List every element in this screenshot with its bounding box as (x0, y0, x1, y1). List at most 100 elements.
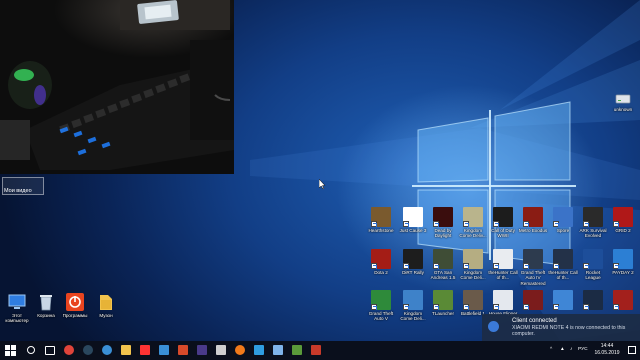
taskbar-app-yandex[interactable] (138, 344, 152, 357)
game-shortcut[interactable]: GTA San Andreas 1.5 (428, 249, 458, 281)
phone-connect-icon (488, 321, 499, 332)
steam-icon (83, 345, 93, 355)
game-shortcut[interactable]: Kingdom Come Deli... (458, 249, 488, 281)
shortcut-arrow-icon (523, 304, 529, 310)
desktop-icon-unknown[interactable]: unknown (608, 92, 638, 112)
game-shortcut[interactable] (578, 290, 608, 311)
obs-icon (216, 345, 226, 355)
start-button[interactable] (4, 344, 18, 357)
shortcut-arrow-icon (553, 263, 559, 269)
game-shortcut[interactable]: Just Cause 3 (398, 207, 428, 233)
taskbar-app-uplay[interactable] (100, 344, 114, 357)
taskbar-app-camera[interactable] (252, 344, 266, 357)
taskbar-app-origin[interactable] (233, 344, 247, 357)
game-icon (371, 290, 391, 310)
game-shortcut-label: TLauncher (432, 311, 454, 316)
clock[interactable]: 14:44 16.05.2019 (590, 343, 624, 357)
taskbar-app-photos[interactable] (176, 344, 190, 357)
game-shortcut[interactable]: DiRT Rally (398, 249, 428, 275)
game-shortcut[interactable]: Metro Exodus (518, 207, 548, 233)
game-icon (403, 290, 423, 310)
video-window[interactable] (0, 0, 234, 174)
game-shortcut[interactable]: PAYDAY 2 (608, 249, 638, 275)
game-shortcut-label: Kingdom Come Deli... (400, 311, 426, 322)
shortcut-arrow-icon (403, 263, 409, 269)
desktop-icon-programs[interactable]: Программы (60, 292, 90, 318)
game-shortcut-label: Kingdom Come Deliv... (459, 228, 487, 239)
desktop-icon-this-pc[interactable]: Этот компьютер (2, 292, 32, 324)
taskbar-app-steam[interactable] (81, 344, 95, 357)
game-icon (403, 207, 423, 227)
game-shortcut[interactable] (548, 290, 578, 311)
desktop-icon-label: Музон (99, 313, 113, 318)
game-shortcut[interactable]: Grand Theft Auto IV Remastered (518, 249, 548, 286)
desktop-icon-music[interactable]: Музон (91, 292, 121, 318)
taskbar-app-task-view[interactable] (43, 344, 57, 357)
chrome-icon (64, 345, 74, 355)
tray-up-arrow-icon[interactable]: ^ (550, 347, 552, 352)
taskbar-app-notepad[interactable] (271, 344, 285, 357)
game-shortcut[interactable]: GRID 2 (608, 207, 638, 233)
drive-icon (615, 92, 631, 106)
game-shortcut[interactable]: Dota 2 (366, 249, 396, 275)
game-shortcut-label: Rocket League (585, 270, 601, 281)
game-shortcut[interactable]: theHunter Call of th... (548, 249, 578, 281)
game-shortcut[interactable]: ARK Survival Evolved (578, 207, 608, 239)
taskbar-app-obs[interactable] (214, 344, 228, 357)
shortcut-arrow-icon (433, 304, 439, 310)
taskbar-app-chrome[interactable] (62, 344, 76, 357)
taskbar-app-search[interactable] (24, 344, 38, 357)
taskbar-app-store[interactable] (157, 344, 171, 357)
this-pc-icon (7, 292, 27, 312)
game-shortcut[interactable]: Battlefield 1 (458, 290, 488, 316)
shortcut-arrow-icon (493, 304, 499, 310)
shortcut-arrow-icon (493, 221, 499, 227)
game-shortcut[interactable]: Dead by Daylight (428, 207, 458, 239)
game-shortcut-label: Dead by Daylight (434, 228, 452, 239)
game-shortcut[interactable]: Rocket League (578, 249, 608, 281)
volume-icon[interactable]: ♪ (570, 347, 572, 352)
action-center-icon[interactable] (628, 346, 636, 354)
game-shortcut[interactable]: House Flipper (488, 290, 518, 316)
game-shortcut-label: ARK Survival Evolved (579, 228, 607, 239)
game-shortcut[interactable]: Hearthstone (366, 207, 396, 233)
windows-logo-icon (5, 345, 16, 356)
shortcut-arrow-icon (553, 221, 559, 227)
game-shortcut[interactable] (608, 290, 638, 311)
taskbar-app-explorer[interactable] (119, 344, 133, 357)
video-window-label[interactable]: Мои видео (2, 177, 44, 195)
game-shortcut[interactable]: Call of Duty WWII (488, 207, 518, 239)
game-shortcut-label: DiRT Rally (402, 270, 424, 275)
shortcut-arrow-icon (583, 304, 589, 310)
photos-icon (178, 345, 188, 355)
minecraft-icon (292, 345, 302, 355)
game-shortcut-label: PAYDAY 2 (612, 270, 634, 275)
shortcut-arrow-icon (523, 263, 529, 269)
uplay-icon (102, 345, 112, 355)
game-shortcut[interactable]: Grand Theft Auto V (366, 290, 396, 322)
taskbar-app-premiere[interactable] (195, 344, 209, 357)
game-shortcut-label: Metro Exodus (518, 228, 548, 233)
bandicam-icon (311, 345, 321, 355)
game-shortcut[interactable] (518, 290, 548, 311)
shortcut-arrow-icon (403, 304, 409, 310)
shortcut-arrow-icon (371, 304, 377, 310)
game-shortcut[interactable]: TLauncher (428, 290, 458, 316)
network-icon[interactable]: ▲ (560, 347, 565, 352)
notification-toast[interactable]: Client connected XIAOMI REDMI NOTE 4 is … (482, 314, 640, 341)
taskbar-app-bandicam[interactable] (309, 344, 323, 357)
clock-time: 14:44 (600, 343, 614, 349)
game-icon (553, 249, 573, 269)
game-shortcut[interactable]: theHunter Call of th... (488, 249, 518, 281)
game-icon (463, 290, 483, 310)
game-icon (523, 290, 543, 310)
game-shortcut[interactable]: Kingdom Come Deli... (398, 290, 428, 322)
game-shortcut[interactable]: Spore (548, 207, 578, 233)
game-shortcut[interactable]: Kingdom Come Deliv... (458, 207, 488, 239)
input-language[interactable]: РУС (578, 347, 588, 352)
game-shortcut-label: Hearthstone (368, 228, 394, 233)
game-icon (613, 290, 633, 310)
desktop-icon-label: unknown (613, 107, 633, 112)
desktop-icon-recycle-bin[interactable]: Корзина (31, 292, 61, 318)
taskbar-app-minecraft[interactable] (290, 344, 304, 357)
